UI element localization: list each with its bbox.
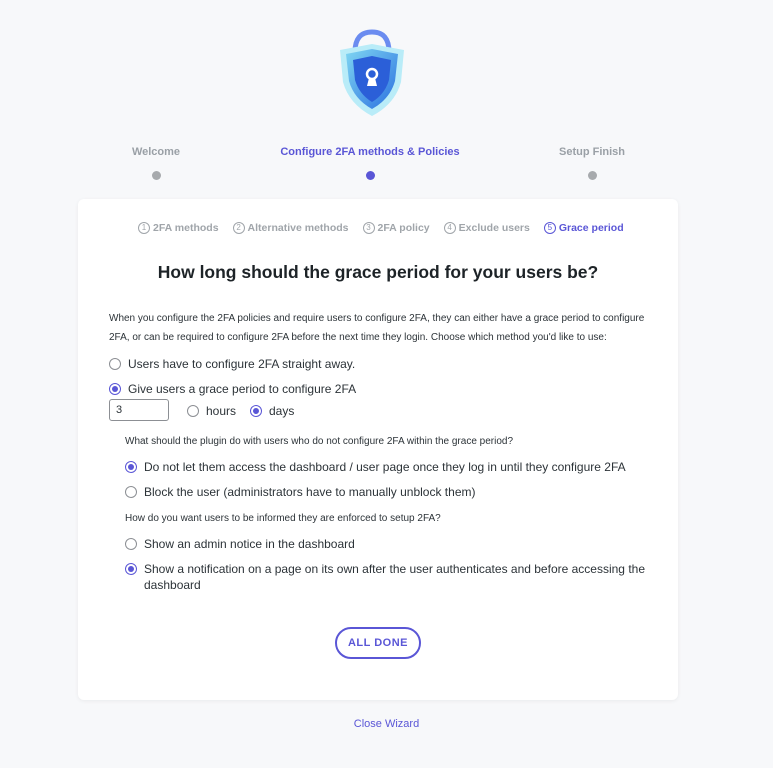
radio-button[interactable] — [109, 383, 121, 395]
substep-number: 1 — [138, 222, 150, 234]
step-welcome[interactable]: Welcome — [46, 146, 266, 180]
substep-label: Alternative methods — [247, 222, 349, 234]
step-dot — [587, 171, 597, 180]
radio-label: Show a notification on a page on its own… — [144, 561, 645, 593]
radio-button[interactable] — [125, 486, 137, 498]
step-setup-finish[interactable]: Setup Finish — [482, 146, 702, 180]
radio-unit-days[interactable]: days — [250, 403, 294, 419]
substep-label: 2FA methods — [153, 222, 219, 234]
substep-number: 4 — [443, 222, 456, 234]
radio-button[interactable] — [125, 461, 137, 473]
radio-label: days — [269, 404, 295, 418]
radio-block-user[interactable]: Block the user (administrators have to m… — [125, 484, 475, 500]
substep-number: 5 — [543, 222, 556, 234]
wizard-card: 1 2FA methods 2 Alternative methods 3 2F… — [78, 199, 678, 700]
step-label: Configure 2FA methods & Policies — [280, 146, 460, 158]
substep-label: Exclude users — [458, 222, 530, 234]
substep-number: 3 — [362, 222, 375, 234]
substep-number: 2 — [232, 222, 245, 234]
radio-label: Users have to configure 2FA straight awa… — [128, 357, 356, 371]
substep-exclude-users[interactable]: 4 Exclude users — [443, 222, 530, 234]
after-grace-question: What should the plugin do with users who… — [125, 436, 514, 447]
radio-configure-now[interactable]: Users have to configure 2FA straight awa… — [109, 356, 355, 372]
all-done-button[interactable]: ALL DONE — [335, 627, 421, 659]
radio-unit-hours[interactable]: hours — [187, 403, 236, 419]
radio-label: Show an admin notice in the dashboard — [144, 537, 355, 551]
notify-question: How do you want users to be informed the… — [125, 513, 441, 524]
step-dot — [151, 171, 161, 180]
step-label: Welcome — [131, 146, 181, 158]
shield-lock-icon — [337, 26, 407, 118]
radio-button[interactable] — [250, 405, 262, 417]
substep-2fa-methods[interactable]: 1 2FA methods — [138, 222, 219, 234]
page-title: How long should the grace period for you… — [157, 262, 599, 282]
radio-button[interactable] — [125, 538, 137, 550]
step-label: Setup Finish — [559, 146, 625, 158]
grace-period-input[interactable] — [109, 399, 169, 421]
radio-page-notification[interactable]: Show a notification on a page on its own… — [125, 561, 645, 593]
radio-label: Do not let them access the dashboard / u… — [144, 460, 626, 474]
substep-2fa-policy[interactable]: 3 2FA policy — [362, 222, 430, 234]
substep-grace-period[interactable]: 5 Grace period — [543, 222, 624, 234]
intro-text: When you configure the 2FA policies and … — [109, 313, 645, 343]
radio-button[interactable] — [187, 405, 199, 417]
radio-label: hours — [206, 404, 237, 418]
wizard-steps: Welcome Configure 2FA methods & Policies… — [0, 146, 773, 186]
radio-label-line: Show a notification on a page on its own… — [144, 562, 645, 576]
radio-label: Give users a grace period to configure 2… — [128, 382, 357, 396]
step-dot — [365, 171, 375, 180]
radio-button[interactable] — [125, 563, 137, 575]
step-configure[interactable]: Configure 2FA methods & Policies — [260, 146, 480, 180]
radio-admin-notice[interactable]: Show an admin notice in the dashboard — [125, 536, 355, 552]
substep-label: 2FA policy — [377, 222, 430, 234]
substep-label: Grace period — [558, 222, 624, 234]
radio-block-dashboard[interactable]: Do not let them access the dashboard / u… — [125, 459, 626, 475]
radio-button[interactable] — [109, 358, 121, 370]
substeps-nav: 1 2FA methods 2 Alternative methods 3 2F… — [138, 222, 638, 234]
radio-label-line: dashboard — [144, 578, 201, 592]
close-wizard-link[interactable]: Close Wizard — [0, 718, 773, 730]
radio-label: Block the user (administrators have to m… — [144, 485, 476, 499]
radio-grace-period[interactable]: Give users a grace period to configure 2… — [109, 381, 356, 397]
substep-alternative-methods[interactable]: 2 Alternative methods — [232, 222, 349, 234]
